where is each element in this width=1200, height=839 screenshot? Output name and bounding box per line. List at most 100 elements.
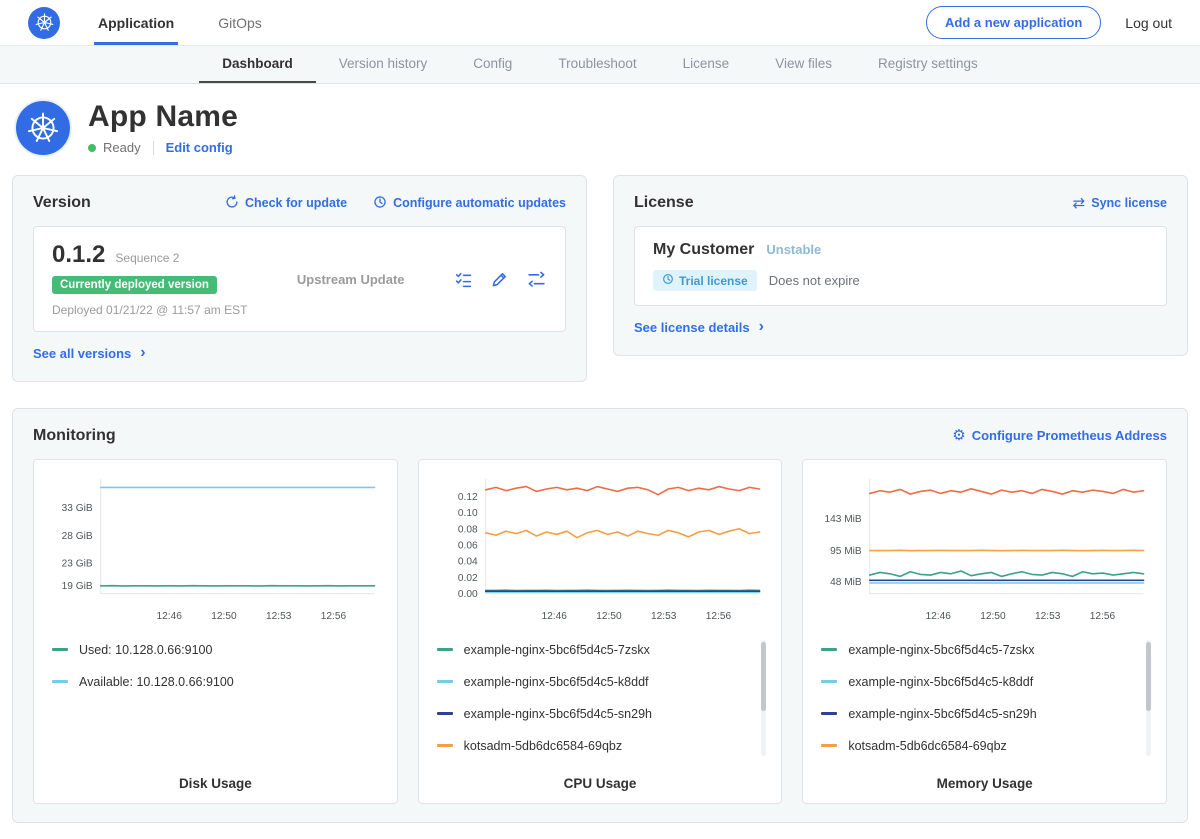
svg-text:0.08: 0.08 [458, 524, 478, 535]
legend-item: example-nginx-5bc6f5d4c5-k8ddf [431, 666, 754, 698]
clock-arrow-icon [373, 195, 387, 212]
legend-item: Used: 10.128.0.66:9100 [46, 634, 369, 666]
subnav-label: Version history [339, 56, 428, 71]
check-for-update-link[interactable]: Check for update [225, 195, 347, 212]
cpu-usage-legend: example-nginx-5bc6f5d4c5-7zskx example-ng… [431, 634, 770, 762]
legend-item: kotsadm-5db6dc6584-69qbz [815, 730, 1138, 762]
subnav-label: Dashboard [222, 56, 293, 71]
legend-swatch [821, 648, 837, 651]
legend-swatch [437, 648, 453, 651]
cpu-usage-chart-card: 0.120.100.080.060.040.020.0012:4612:5012… [418, 459, 783, 804]
cpu-usage-plot: 0.120.100.080.060.040.020.0012:4612:5012… [431, 474, 770, 626]
subnav-label: Troubleshoot [558, 56, 636, 71]
legend-item: example-nginx-5bc6f5d4c5-7zskx [815, 634, 1138, 666]
svg-text:12:56: 12:56 [321, 610, 347, 621]
legend-label: example-nginx-5bc6f5d4c5-k8ddf [848, 675, 1033, 689]
top-nav-tabs: Application GitOps [94, 0, 302, 45]
svg-text:0.02: 0.02 [458, 572, 478, 583]
legend-item: kotsadm-5db6dc6584-69qbz [431, 730, 754, 762]
svg-text:0.12: 0.12 [458, 491, 478, 502]
deployed-timestamp: Deployed 01/21/22 @ 11:57 am EST [52, 303, 247, 317]
legend-label: Available: 10.128.0.66:9100 [79, 675, 234, 689]
license-details-box: My Customer Unstable Trial license Does … [634, 226, 1167, 306]
charts-row: 33 GiB28 GiB23 GiB19 GiB12:4612:5012:531… [33, 459, 1167, 804]
subnav-item-dashboard[interactable]: Dashboard [199, 46, 316, 83]
tab-application[interactable]: Application [94, 0, 178, 45]
see-all-versions-label: See all versions [33, 346, 131, 361]
svg-text:0.00: 0.00 [458, 589, 478, 600]
legend-item: Available: 10.128.0.66:9100 [46, 666, 369, 698]
subnav-label: License [683, 56, 730, 71]
legend-swatch [437, 680, 453, 683]
divider [153, 141, 154, 155]
check-for-update-label: Check for update [245, 196, 347, 210]
subnav-item-license[interactable]: License [660, 46, 753, 83]
license-card-header: License Sync license [634, 194, 1167, 212]
expiration-text: Does not expire [769, 273, 860, 288]
disk-usage-chart-card: 33 GiB28 GiB23 GiB19 GiB12:4612:5012:531… [33, 459, 398, 804]
monitoring-card: Monitoring Configure Prometheus Address … [12, 408, 1188, 823]
license-card: License Sync license My Customer Unstabl… [613, 175, 1188, 356]
svg-text:12:50: 12:50 [211, 610, 237, 621]
svg-text:0.10: 0.10 [458, 508, 478, 519]
configure-automatic-updates-link[interactable]: Configure automatic updates [373, 195, 566, 212]
svg-text:12:53: 12:53 [1035, 610, 1061, 621]
license-type-row: Trial license Does not expire [653, 270, 1148, 291]
current-version-info: 0.1.2 Sequence 2 Currently deployed vers… [52, 241, 247, 317]
svg-text:28 GiB: 28 GiB [62, 530, 93, 541]
status-badge: Ready [103, 140, 141, 155]
subnav-item-config[interactable]: Config [450, 46, 535, 83]
subnav-item-version-history[interactable]: Version history [316, 46, 451, 83]
legend-scrollbar[interactable] [761, 642, 766, 712]
svg-text:12:56: 12:56 [1090, 610, 1116, 621]
sync-license-link[interactable]: Sync license [1073, 196, 1167, 211]
legend-swatch [437, 712, 453, 715]
subnav-item-view-files[interactable]: View files [752, 46, 855, 83]
legend-swatch [821, 712, 837, 715]
see-license-details-link[interactable]: See license details [634, 319, 764, 335]
see-all-versions-link[interactable]: See all versions [33, 345, 146, 361]
legend-item: example-nginx-5bc6f5d4c5-7zskx [431, 634, 754, 666]
svg-text:33 GiB: 33 GiB [62, 503, 93, 514]
refresh-icon [225, 195, 239, 212]
memory-usage-chart-card: 143 MiB95 MiB48 MiB12:4612:5012:5312:56 … [802, 459, 1167, 804]
dashboard-cards-row: Version Check for update Configure autom… [0, 175, 1200, 382]
legend-swatch [821, 744, 837, 747]
cpu-usage-title: CPU Usage [431, 762, 770, 791]
legend-scrollbar-track [761, 640, 766, 756]
svg-text:12:50: 12:50 [981, 610, 1007, 621]
tab-gitops[interactable]: GitOps [214, 0, 266, 45]
legend-item: example-nginx-5bc6f5d4c5-k8ddf [815, 666, 1138, 698]
legend-label: kotsadm-5db6dc6584-69qbz [464, 739, 622, 753]
subnav-label: Config [473, 56, 512, 71]
monitoring-header: Monitoring Configure Prometheus Address [33, 427, 1167, 445]
version-card-title: Version [33, 194, 91, 212]
logout-button[interactable]: Log out [1125, 15, 1172, 31]
add-new-application-button[interactable]: Add a new application [926, 6, 1101, 39]
top-navbar: Application GitOps Add a new application… [0, 0, 1200, 46]
svg-text:12:53: 12:53 [651, 610, 677, 621]
memory-usage-legend: example-nginx-5bc6f5d4c5-7zskx example-ng… [815, 634, 1154, 762]
edit-config-link[interactable]: Edit config [166, 140, 233, 155]
configure-prometheus-label: Configure Prometheus Address [972, 428, 1167, 443]
license-card-title: License [634, 194, 694, 212]
monitoring-title: Monitoring [33, 427, 116, 445]
legend-label: example-nginx-5bc6f5d4c5-k8ddf [464, 675, 649, 689]
legend-label: example-nginx-5bc6f5d4c5-sn29h [848, 707, 1036, 721]
legend-item: example-nginx-5bc6f5d4c5-sn29h [815, 698, 1138, 730]
memory-usage-title: Memory Usage [815, 762, 1154, 791]
version-card-actions: Check for update Configure automatic upd… [225, 195, 566, 212]
legend-scrollbar-track [1146, 640, 1151, 756]
configure-prometheus-link[interactable]: Configure Prometheus Address [952, 428, 1167, 443]
subnav-item-troubleshoot[interactable]: Troubleshoot [535, 46, 659, 83]
svg-text:12:46: 12:46 [926, 610, 952, 621]
legend-scrollbar[interactable] [1146, 642, 1151, 712]
svg-text:12:46: 12:46 [157, 610, 183, 621]
subnav-item-registry-settings[interactable]: Registry settings [855, 46, 1001, 83]
trial-license-badge: Trial license [653, 270, 757, 291]
trial-license-label: Trial license [679, 274, 748, 288]
svg-text:12:46: 12:46 [541, 610, 567, 621]
edit-config-icon[interactable] [490, 270, 509, 289]
view-diff-icon[interactable] [526, 270, 547, 289]
preflight-checks-icon[interactable] [454, 270, 473, 289]
